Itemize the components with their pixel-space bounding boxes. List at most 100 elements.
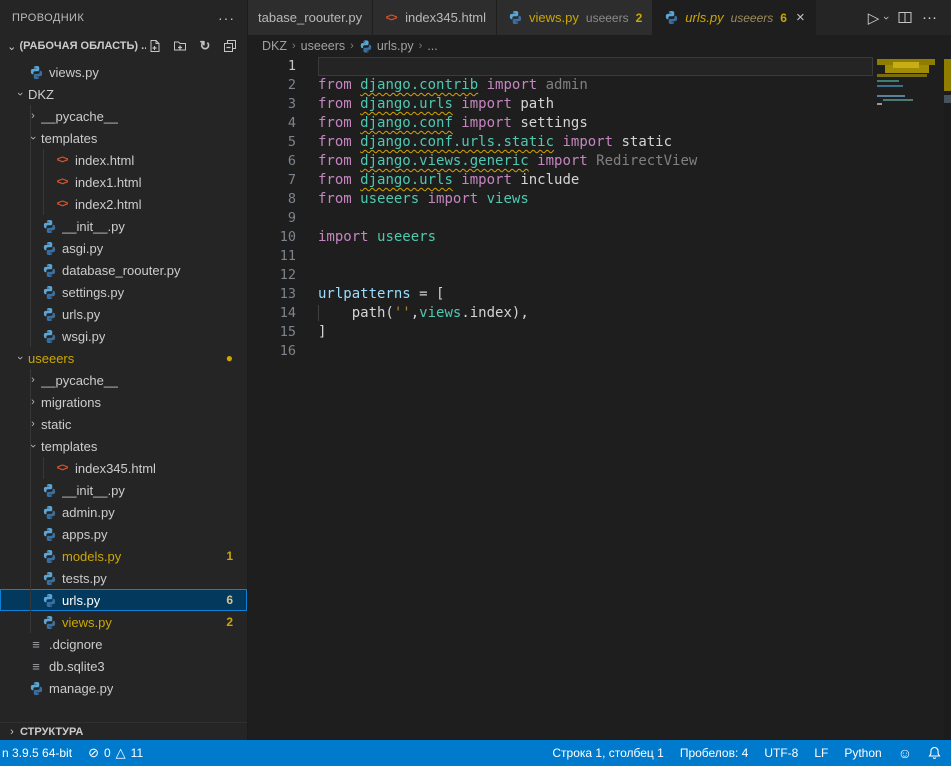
tree-item-DKZ[interactable]: ›DKZ [0,83,247,105]
collapse-all-icon[interactable] [221,37,239,55]
close-icon[interactable]: × [796,9,805,26]
tree-item-admin.py[interactable]: admin.py [0,501,247,523]
file-label: .dcignore [49,637,102,652]
breadcrumb-item-useeers[interactable]: useeers [301,39,345,53]
explorer-more-actions-icon[interactable]: ··· [218,10,235,26]
tree-item-__pycache__[interactable]: ›__pycache__ [0,105,247,127]
refresh-icon[interactable]: ↻ [196,37,214,55]
code-editor[interactable]: 1 2from django.contrib import admin3from… [248,57,951,740]
line-number: 12 [248,266,318,285]
code-line-3[interactable]: 3from django.urls import path [248,95,873,114]
code-line-10[interactable]: 10import useeers [248,228,873,247]
tree-item-database_roouter.py[interactable]: database_roouter.py [0,259,247,281]
tree-item-index.html[interactable]: <>index.html [0,149,247,171]
tree-item-__pycache__[interactable]: ›__pycache__ [0,369,247,391]
split-editor-icon[interactable] [898,11,912,24]
tree-item-index1.html[interactable]: <>index1.html [0,171,247,193]
code-line-11[interactable]: 11 [248,247,873,266]
indent-guide [43,171,44,193]
code-token: import [419,191,486,207]
workspace-section-header[interactable]: ⌄ (РАБОЧАЯ ОБЛАСТЬ) ... ↻ [0,35,247,57]
tree-item-useeers[interactable]: ›useeers● [0,347,247,369]
file-label: database_roouter.py [62,263,181,278]
problems-status[interactable]: ⊘ 0 △ 11 [80,740,151,766]
breadcrumb-item-DKZ[interactable]: DKZ [262,39,287,53]
language-mode-status[interactable]: Python [836,740,889,766]
tree-item-urls.py[interactable]: urls.py 6 [0,589,247,611]
run-dropdown-chevron-icon[interactable]: › [880,16,892,20]
file-label: __pycache__ [41,109,118,124]
feedback-icon[interactable]: ☺ [890,740,920,766]
file-label: useeers [28,351,74,366]
run-python-file-icon[interactable]: ▷ [868,9,880,27]
tree-item-settings.py[interactable]: settings.py [0,281,247,303]
tree-item-templates[interactable]: ›templates [0,435,247,457]
tree-item-db.sqlite3[interactable]: ≡db.sqlite3 [0,655,247,677]
file-label: urls.py [62,593,100,608]
file-label: wsgi.py [62,329,105,344]
tree-item-.dcignore[interactable]: ≡.dcignore [0,633,247,655]
more-actions-icon[interactable]: ··· [922,9,937,26]
chevron-down-icon: ⌄ [4,40,19,53]
code-token: admin [546,77,588,93]
tree-item-apps.py[interactable]: apps.py [0,523,247,545]
code-line-13[interactable]: 13urlpatterns = [ [248,285,873,304]
warning-count: 11 [131,746,143,760]
notifications-bell-icon[interactable] [920,740,951,766]
new-folder-icon[interactable] [171,37,189,55]
tree-item-migrations[interactable]: ›migrations [0,391,247,413]
code-line-14[interactable]: 14 path('',views.index), [248,304,873,323]
code-line-4[interactable]: 4from django.conf import settings [248,114,873,133]
new-file-icon[interactable] [146,37,164,55]
code-line-5[interactable]: 5from django.conf.urls.static import sta… [248,133,873,152]
code-line-15[interactable]: 15] [248,323,873,342]
indentation-status[interactable]: Пробелов: 4 [672,740,757,766]
tree-item-__init__.py[interactable]: __init__.py [0,215,247,237]
python-file-icon [41,614,57,630]
tab-index345.html[interactable]: <>index345.html [373,0,497,35]
tree-item-__init__.py[interactable]: __init__.py [0,479,247,501]
tree-item-views.py[interactable]: views.py2 [0,611,247,633]
outline-section-header[interactable]: › СТРУКТУРА [0,722,247,740]
eol-status[interactable]: LF [806,740,836,766]
code-line-6[interactable]: 6from django.views.generic import Redire… [248,152,873,171]
tree-item-index2.html[interactable]: <>index2.html [0,193,247,215]
code-line-12[interactable]: 12 [248,266,873,285]
line-number: 1 [248,57,318,76]
tree-item-asgi.py[interactable]: asgi.py [0,237,247,259]
code-token: from [318,96,360,112]
tree-item-static[interactable]: ›static [0,413,247,435]
python-interpreter-status[interactable]: n 3.9.5 64-bit [0,740,80,766]
code-token: urlpatterns [318,286,411,302]
status-right: Строка 1, столбец 1 Пробелов: 4 UTF-8 LF… [544,740,951,766]
tree-item-urls.py[interactable]: urls.py [0,303,247,325]
tab-urls.py[interactable]: urls.pyuseeers6× [653,0,815,35]
breadcrumb-item-urls.py[interactable]: urls.py [359,39,414,53]
tree-item-views.py[interactable]: views.py [0,61,247,83]
tree-item-tests.py[interactable]: tests.py [0,567,247,589]
problems-badge: 6 [226,593,233,607]
tree-item-models.py[interactable]: models.py1 [0,545,247,567]
html-file-icon: <> [54,174,70,190]
code-line-1[interactable]: 1 [248,57,873,76]
tab-tabase_roouter.py[interactable]: tabase_roouter.py [248,0,373,35]
tree-item-templates[interactable]: ›templates [0,127,247,149]
code-line-9[interactable]: 9 [248,209,873,228]
tab-views.py[interactable]: views.pyuseeers2 [497,0,653,35]
code-line-7[interactable]: 7from django.urls import include [248,171,873,190]
minimap[interactable] [873,57,951,740]
breadcrumb-separator: › [350,40,354,52]
indent-guide [30,501,31,523]
cursor-position-status[interactable]: Строка 1, столбец 1 [544,740,671,766]
code-line-2[interactable]: 2from django.contrib import admin [248,76,873,95]
tab-label: urls.py [685,10,723,25]
code-line-8[interactable]: 8from useeers import views [248,190,873,209]
file-label: asgi.py [62,241,103,256]
breadcrumb-item-...[interactable]: ... [427,39,437,53]
encoding-status[interactable]: UTF-8 [756,740,806,766]
tree-item-index345.html[interactable]: <>index345.html [0,457,247,479]
line-content: from django.urls import path [318,95,873,114]
code-line-16[interactable]: 16 [248,342,873,361]
tree-item-manage.py[interactable]: manage.py [0,677,247,699]
tree-item-wsgi.py[interactable]: wsgi.py [0,325,247,347]
